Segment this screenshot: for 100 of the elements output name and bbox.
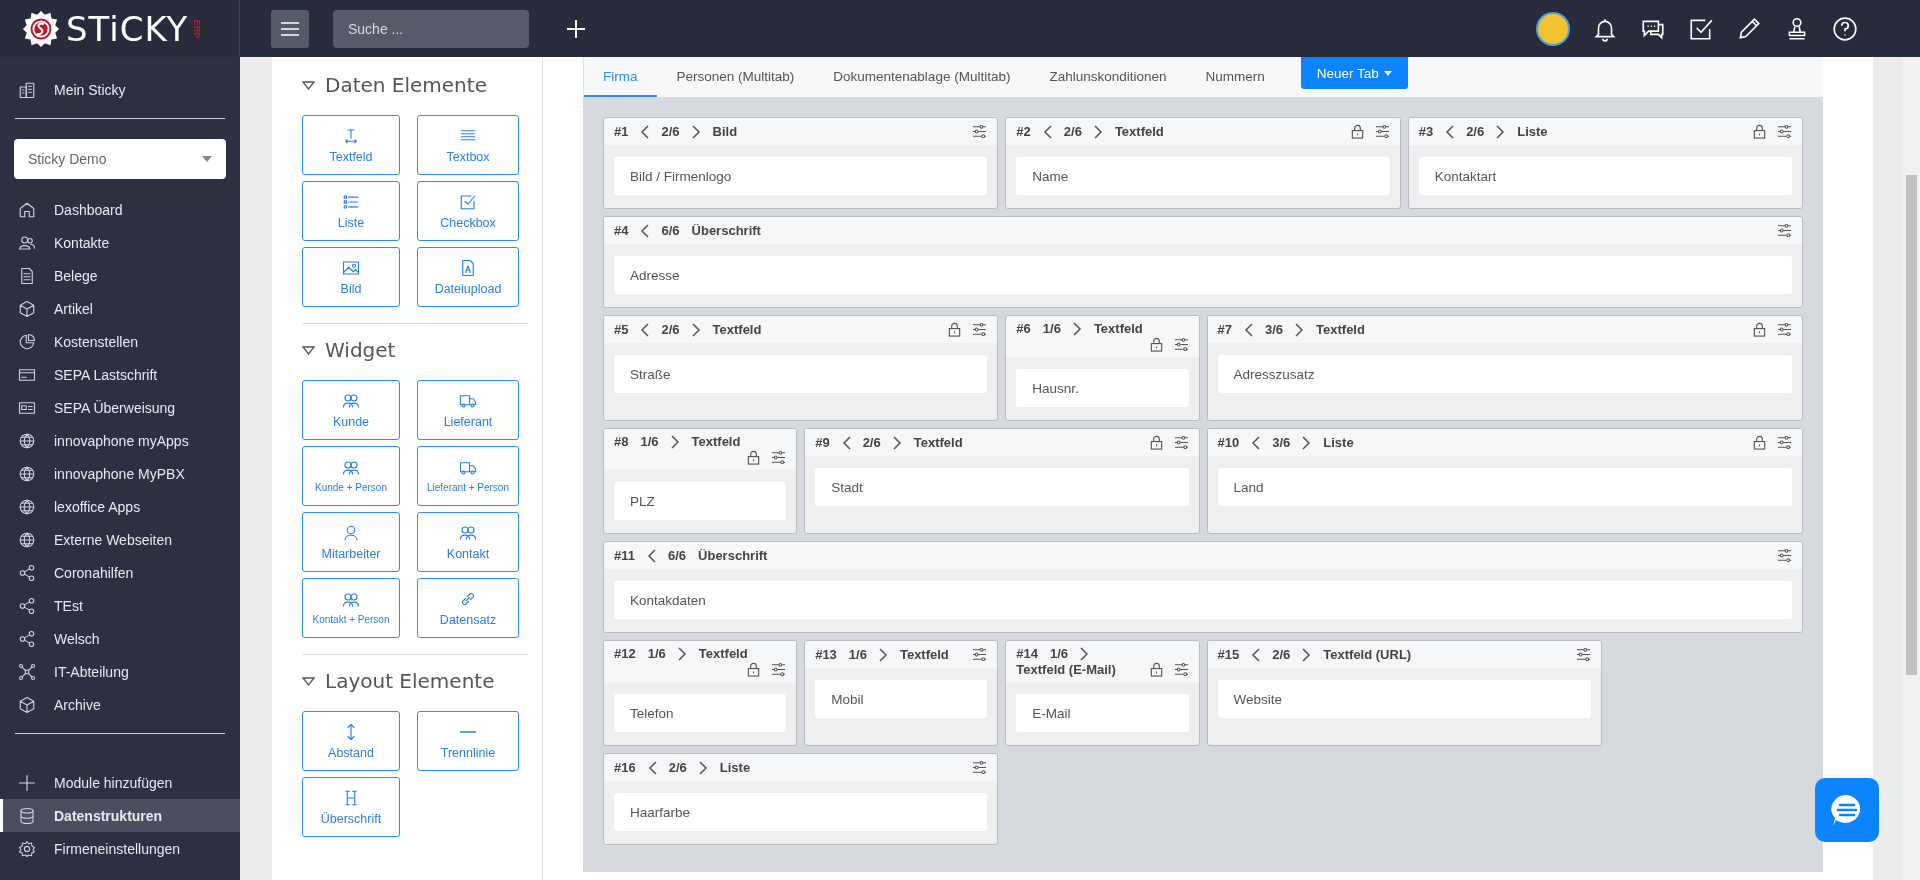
element-card[interactable]: #7 3/6 Textfeld Adresszusatz (1206, 315, 1803, 421)
sidebar-item[interactable]: TEst (0, 589, 240, 622)
sidebar-item[interactable]: Mein Sticky (0, 73, 240, 106)
sidebar-item[interactable]: IT-Abteilung (0, 655, 240, 688)
element-button[interactable]: Liste (302, 181, 400, 241)
element-width: 2/6 (668, 760, 687, 775)
element-number: #14 (1016, 646, 1039, 661)
logo-text: STiCKY (66, 8, 189, 49)
field-preview: Land (1217, 468, 1792, 506)
section-title: Widget (325, 338, 396, 362)
element-type: Textfeld (1114, 124, 1164, 139)
sidebar-item[interactable]: Datenstrukturen (0, 799, 240, 832)
logo-suffix: ERP (192, 19, 203, 38)
element-type: Textfeld (E-Mail) (1016, 662, 1116, 677)
element-width: 1/6 (848, 647, 867, 662)
sidebar-item[interactable]: Kontakte (0, 226, 240, 259)
element-number: #11 (614, 548, 635, 563)
search-field[interactable]: Suche ... (333, 9, 529, 48)
element-number: #9 (815, 435, 830, 450)
element-button[interactable]: Überschrift (302, 777, 400, 837)
element-button[interactable]: Textbox (417, 115, 519, 175)
element-type: Textfeld (1093, 321, 1143, 336)
element-width: 2/6 (1272, 647, 1291, 662)
element-width: 3/6 (1272, 435, 1291, 450)
element-number: #10 (1217, 435, 1240, 450)
element-card[interactable]: #2 2/6 Textfeld Name (1005, 117, 1401, 209)
element-width: 1/6 (1050, 646, 1069, 661)
element-button[interactable]: Bild (302, 247, 400, 307)
element-width: 2/6 (1063, 124, 1082, 139)
element-card[interactable]: #6 1/6 Textfeld Hausnr. (1005, 315, 1200, 421)
element-card[interactable]: #13 1/6 Textfeld Mobil (804, 640, 999, 746)
new-tab-button[interactable]: Neuer Tab (1300, 57, 1408, 89)
element-type: Textfeld (899, 647, 949, 662)
field-preview: Straße (614, 355, 988, 393)
element-width: 2/6 (1466, 124, 1485, 139)
tab[interactable]: Nummern (1186, 57, 1284, 97)
element-number: #4 (614, 223, 629, 238)
element-button[interactable]: Dateiupload (417, 247, 519, 307)
sidebar-item[interactable]: Firmeneinstellungen (0, 832, 240, 865)
field-preview: E-Mail (1016, 694, 1189, 732)
element-button[interactable]: Datensatz (417, 578, 519, 638)
element-card[interactable]: #10 3/6 Liste Land (1206, 428, 1803, 534)
tab[interactable]: Personen (Multitab) (657, 57, 814, 97)
element-card[interactable]: #12 1/6 Textfeld Telefon (603, 640, 798, 746)
element-button[interactable]: Mitarbeiter (302, 512, 400, 572)
element-button[interactable]: Kunde + Person (302, 446, 400, 506)
element-card[interactable]: #16 2/6 Liste Haarfarbe (603, 753, 999, 845)
element-card[interactable]: #4 6/6 Überschrift Adresse (603, 216, 1803, 308)
element-card[interactable]: #15 2/6 Textfeld (URL) Website (1206, 640, 1602, 746)
sidebar-item[interactable]: Coronahilfen (0, 556, 240, 589)
element-button[interactable]: Trennlinie (417, 711, 519, 771)
sidebar-item[interactable]: Belege (0, 259, 240, 292)
field-preview: Hausnr. (1016, 369, 1189, 407)
field-preview: Adresszusatz (1217, 355, 1792, 393)
element-card[interactable]: #11 6/6 Überschrift Kontakdaten (603, 541, 1803, 633)
element-width: 1/6 (1042, 321, 1061, 336)
element-type: Textfeld (1316, 322, 1365, 337)
field-preview: Kontaktart (1418, 157, 1792, 195)
tab[interactable]: Zahlunskonditionen (1030, 57, 1186, 97)
element-button[interactable]: Checkbox (417, 181, 519, 241)
sidebar-item[interactable]: innovaphone myApps (0, 424, 240, 457)
element-card[interactable]: #5 2/6 Textfeld Straße (603, 315, 999, 421)
sidebar-item[interactable]: Dashboard (0, 193, 240, 226)
element-card[interactable]: #3 2/6 Liste Kontaktart (1407, 117, 1803, 209)
element-width: 6/6 (668, 548, 687, 563)
element-button[interactable]: Abstand (302, 711, 400, 771)
sidebar-item[interactable]: Artikel (0, 292, 240, 325)
element-button[interactable]: Lieferant (417, 380, 519, 440)
element-type: Liste (1517, 124, 1548, 139)
element-type: Liste (1323, 435, 1354, 450)
sidebar-item[interactable]: SEPA Überweisung (0, 391, 240, 424)
element-number: #2 (1016, 124, 1031, 139)
element-number: #13 (815, 647, 837, 662)
element-width: 2/6 (862, 435, 881, 450)
element-card[interactable]: #14 1/6 Textfeld (E-Mail) E-Mail (1005, 640, 1200, 746)
element-button[interactable]: Kontakt + Person (302, 578, 400, 638)
element-type: Überschrift (698, 548, 768, 563)
element-button[interactable]: Kontakt (417, 512, 519, 572)
element-button[interactable]: Lieferant + Person (417, 446, 519, 506)
tab[interactable]: Dokumentenablage (Multitab) (814, 57, 1030, 97)
field-preview: Telefon (614, 694, 787, 732)
section-title: Daten Elemente (325, 73, 487, 97)
element-card[interactable]: #9 2/6 Textfeld Stadt (804, 428, 1200, 534)
company-select[interactable]: Sticky Demo (14, 139, 226, 179)
sidebar-item[interactable]: Kostenstellen (0, 325, 240, 358)
sidebar-item[interactable]: SEPA Lastschrift (0, 358, 240, 391)
element-button[interactable]: Textfeld (302, 115, 400, 175)
element-button[interactable]: Kunde (302, 380, 400, 440)
element-number: #5 (614, 322, 629, 337)
sidebar-item[interactable]: Archive (0, 688, 240, 721)
sidebar-item[interactable]: lexoffice Apps (0, 490, 240, 523)
element-card[interactable]: #1 2/6 Bild Bild / Firmenlogo (603, 117, 999, 209)
element-type: Textfeld (913, 435, 963, 450)
element-number: #8 (614, 434, 629, 449)
sidebar-item[interactable]: Welsch (0, 622, 240, 655)
element-card[interactable]: #8 1/6 Textfeld PLZ (603, 428, 798, 534)
sidebar-item[interactable]: Module hinzufügen (0, 766, 240, 799)
element-width: 6/6 (661, 223, 680, 238)
sidebar-item[interactable]: Externe Webseiten (0, 523, 240, 556)
sidebar-item[interactable]: innovaphone MyPBX (0, 457, 240, 490)
